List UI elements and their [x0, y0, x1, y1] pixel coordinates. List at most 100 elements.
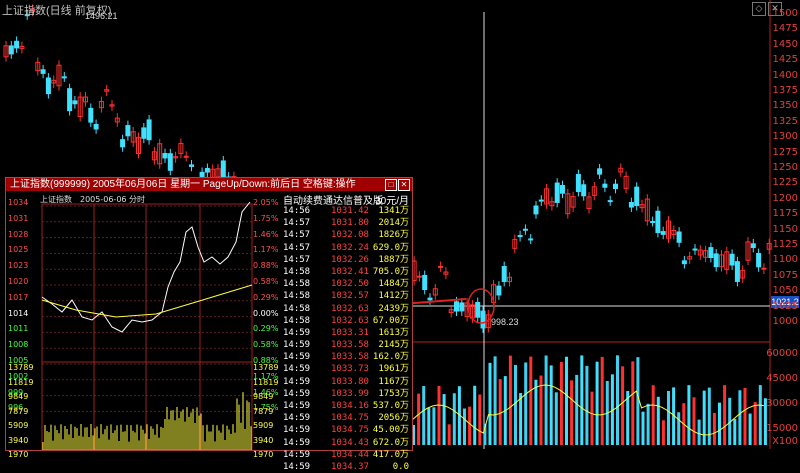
minute-right-tick: 0.29% [253, 292, 279, 302]
tick-row[interactable]: 14:58 1032.57 1412万 [281, 290, 411, 302]
volume-bar [524, 362, 528, 445]
tick-volume: 705.0万 [372, 266, 409, 277]
candle-body [517, 235, 523, 238]
tick-time: 14:58 [283, 303, 311, 314]
tick-time: 14:56 [283, 206, 311, 216]
volume-bar [702, 390, 706, 445]
tick-row[interactable]: 14:59 1034.43 672.0万 [281, 437, 411, 449]
tick-volume: 0.0 [392, 461, 409, 472]
volume-bar [687, 385, 691, 445]
volume-bar [498, 379, 502, 445]
minute-label: 上证指数 [40, 195, 72, 204]
candle-body [575, 174, 581, 193]
tick-volume: 45.00万 [372, 425, 409, 436]
volume-bar [452, 393, 456, 445]
volume-bar [478, 394, 482, 445]
volume-bar [758, 385, 762, 445]
tick-volume: 2439万 [378, 303, 409, 314]
minute-volume-tick: 7879 [253, 406, 274, 416]
price-tick-label: 1075 [772, 269, 798, 281]
tick-row[interactable]: 14:58 1032.41 705.0万 [281, 266, 411, 278]
volume-tick-label: 15000 [766, 423, 798, 434]
candle-body [597, 168, 603, 175]
tick-row[interactable]: 14:59 1033.73 1961万 [281, 363, 411, 375]
volume-bar [514, 364, 517, 445]
tick-volume: 1167万 [378, 376, 409, 387]
candle-body [8, 45, 14, 55]
volume-bar [748, 413, 752, 445]
candle-body [750, 243, 756, 249]
tick-time: 14:58 [283, 291, 311, 302]
tick-row[interactable]: 14:58 1032.63 67.00万 [281, 315, 411, 327]
tick-row[interactable]: 14:57 1031.80 2014万 [281, 217, 411, 229]
tick-price: 1033.80 [331, 376, 369, 387]
tick-price: 1032.26 [331, 254, 369, 265]
tick-row[interactable]: 14:57 1032.24 629.0万 [281, 242, 411, 254]
minute-right-tick: 2.05% [253, 198, 279, 207]
volume-bar [544, 355, 548, 445]
minute-chart-popup[interactable]: 上证指数(999999) 2005年06月06日 星期一 PageUp/Down… [5, 177, 413, 472]
low-label: 998.23 [491, 317, 519, 327]
candle-body [40, 69, 46, 74]
tick-row[interactable]: 14:59 1034.75 2056万 [281, 412, 411, 424]
tick-row[interactable]: 14:58 1032.63 2439万 [281, 303, 411, 315]
tick-price: 1032.57 [331, 291, 369, 302]
tick-row[interactable]: 14:57 1032.26 1887万 [281, 254, 411, 266]
candle-body [67, 88, 73, 112]
minute-chart[interactable] [6, 192, 280, 450]
tick-row[interactable]: 14:59 1033.80 1167万 [281, 376, 411, 388]
tick-header: 自动续费通达信普及版 30元/月 [281, 192, 411, 207]
tick-time: 14:59 [283, 352, 311, 363]
tick-row[interactable]: 14:59 1034.44 417.0万 [281, 449, 411, 461]
volume-tick-label: X100 [772, 436, 798, 447]
price-tick-label: 1325 [772, 115, 798, 127]
tick-row[interactable]: 14:59 1033.58 2145万 [281, 339, 411, 351]
volume-bar [667, 390, 670, 445]
tick-price: 1034.75 [331, 425, 369, 436]
candle-body [141, 127, 147, 139]
close-icon[interactable]: ✕ [398, 179, 410, 191]
tick-row[interactable]: 14:59 1034.16 537.0万 [281, 400, 411, 412]
tick-row[interactable]: 14:59 1034.75 45.00万 [281, 424, 411, 436]
tick-row[interactable]: 14:59 1034.37 0.0 [281, 461, 411, 473]
minute-left-tick: 1020 [8, 277, 29, 286]
tick-row[interactable]: 14:59 1033.58 162.0万 [281, 351, 411, 363]
tick-time: 14:59 [283, 437, 311, 448]
volume-tick-label: 60000 [766, 348, 798, 359]
tick-time: 14:59 [283, 340, 311, 351]
candle-body [650, 220, 656, 223]
minute-volume-tick: 5909 [8, 421, 29, 430]
volume-bar [651, 385, 655, 445]
candle-body [554, 182, 560, 203]
tick-row[interactable]: 14:58 1032.50 1484万 [281, 278, 411, 290]
minute-volume-tick: 11819 [8, 377, 34, 387]
minimize-icon[interactable]: □ [385, 179, 397, 191]
volume-bar [508, 355, 512, 445]
tick-list[interactable]: 自动续费通达信普及版 30元/月 14:56 1031.42 1341万 14:57 1… [281, 192, 411, 472]
volume-bar [473, 385, 477, 445]
tick-time: 14:59 [283, 461, 311, 472]
volume-bar [534, 379, 538, 445]
volume-bar [442, 394, 446, 445]
tick-time: 14:59 [283, 364, 311, 375]
tick-row[interactable]: 14:59 1033.99 1753万 [281, 388, 411, 400]
candle-body [602, 183, 608, 188]
tick-row[interactable]: 14:56 1031.42 1341万 [281, 205, 411, 217]
minute-left-tick: 1028 [8, 229, 29, 239]
candle-body [660, 231, 666, 235]
volume-tick-label: 45000 [766, 373, 798, 384]
price-tick-label: 1025 [772, 300, 798, 312]
tick-row[interactable]: 14:57 1032.08 1826万 [281, 229, 411, 241]
volume-bar [712, 412, 716, 445]
volume-bar [468, 406, 472, 445]
tick-volume: 67.00万 [372, 315, 409, 326]
tick-price: 1032.08 [331, 230, 369, 241]
tick-time: 14:59 [283, 449, 311, 460]
settings-icon[interactable]: ◇ [752, 2, 766, 16]
price-tick-label: 1175 [772, 208, 798, 220]
tick-time: 14:58 [283, 266, 311, 277]
tick-row[interactable]: 14:59 1033.31 1613万 [281, 327, 411, 339]
tick-volume: 1753万 [378, 388, 409, 399]
popup-titlebar[interactable]: 上证指数(999999) 2005年06月06日 星期一 PageUp/Down… [6, 178, 412, 191]
minute-left-tick: 1017 [8, 292, 29, 302]
